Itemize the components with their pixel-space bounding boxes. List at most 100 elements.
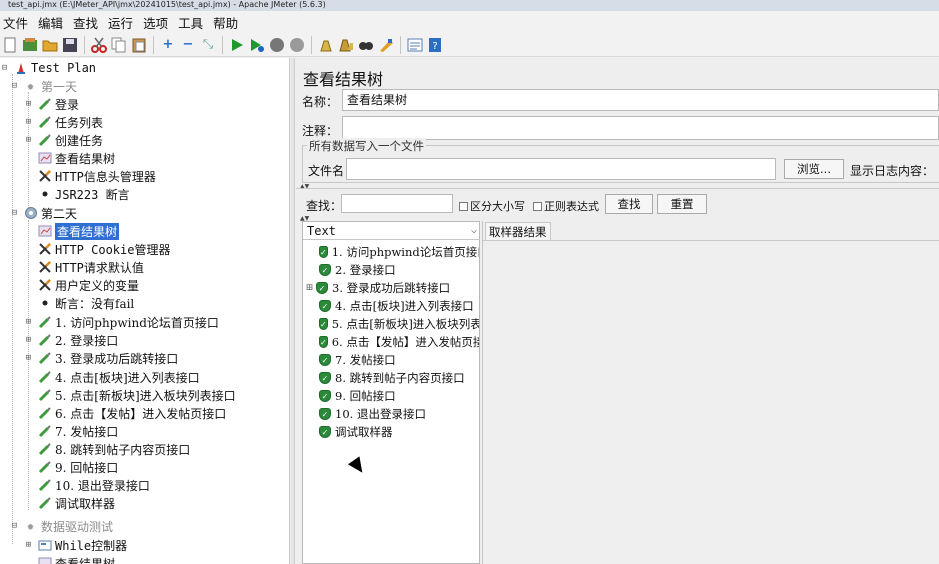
result-item[interactable]: ✓ 调试取样器 [319,423,479,441]
tree-item-assertion[interactable]: JSR223 断言 [37,185,130,203]
paste-icon[interactable] [131,37,147,53]
find-button[interactable]: 查找 [605,194,653,214]
start-no-pause-icon[interactable] [249,37,265,53]
expand-toggle-icon[interactable]: ⊞ [24,317,33,327]
result-item[interactable]: ✓ 7. 发帖接口 [319,351,479,369]
copy-icon[interactable] [111,37,127,53]
result-item[interactable]: ⊞ ✓ 3. 登录成功后跳转接口 [305,279,479,297]
result-item[interactable]: ✓ 4. 点击[板块]进入列表接口 [319,297,479,315]
templates-icon[interactable] [22,37,38,53]
menu-options[interactable]: 选项 [140,13,172,32]
browse-button[interactable]: 浏览... [784,159,844,179]
reset-search-icon[interactable] [378,37,394,53]
stop-icon[interactable] [269,37,285,53]
expand-toggle-icon[interactable]: ⊞ [24,135,33,145]
tree-item-sampler[interactable]: 10. 退出登录接口 [37,476,150,494]
menu-search[interactable]: 查找 [70,13,102,32]
tree-item-assertion[interactable]: 断言：没有fail [37,294,134,312]
result-item[interactable]: ✓ 10. 退出登录接口 [319,405,479,423]
chevron-down-icon: ⌵ [470,225,477,236]
tree-item-listener[interactable]: 查看结果树 [37,554,115,564]
expand-toggle-icon[interactable]: ⊞ [24,117,33,127]
menu-edit[interactable]: 编辑 [35,13,67,32]
result-label: 8. 跳转到帖子内容页接口 [335,371,465,385]
search-icon[interactable] [358,37,374,53]
open-icon[interactable] [42,37,58,53]
tree-item-sampler[interactable]: 9. 回帖接口 [37,458,118,476]
name-field[interactable]: 查看结果树 [342,89,939,111]
tree-item-sampler[interactable]: 6. 点击【发帖】进入发帖页接口 [37,404,226,422]
function-helper-icon[interactable] [407,37,423,53]
result-item[interactable]: ✓ 8. 跳转到帖子内容页接口 [319,369,479,387]
clear-all-icon[interactable] [338,37,354,53]
expand-toggle-icon[interactable]: ⊞ [24,335,33,345]
collapse-toggle-icon[interactable]: ⊟ [0,63,9,73]
tree-item-sampler[interactable]: 7. 发帖接口 [37,422,118,440]
config-scissors-icon [37,242,52,257]
start-icon[interactable] [229,37,245,53]
collapse-toggle-icon[interactable]: ⊟ [10,81,19,91]
collapse-icon[interactable]: − [180,37,196,53]
menu-tools[interactable]: 工具 [175,13,207,32]
menu-run[interactable]: 运行 [105,13,137,32]
tree-item-config[interactable]: 用户定义的变量 [37,276,139,294]
tree-item-config[interactable]: HTTP信息头管理器 [37,167,156,185]
tree-item-listener-selected[interactable]: 查看结果树 [37,222,120,240]
pane-splitter[interactable] [291,58,295,564]
comment-label: 注释： [302,124,339,138]
shutdown-icon[interactable] [289,37,305,53]
tab-sampler-result[interactable]: 取样器结果 [485,222,551,240]
tree-item-sampler[interactable]: ⊞ 3. 登录成功后跳转接口 [24,349,178,367]
results-list[interactable]: Text ⌵ ✓ 1. 访问phpwind论坛首页接口 ✓ 2. 登录接口 ⊞ ✓ 3.… [302,221,480,564]
sampler-pipette-icon [37,388,52,403]
tree-item-sampler[interactable]: ⊞ 登录 [24,95,79,113]
result-item[interactable]: ✓ 9. 回帖接口 [319,387,479,405]
tree-item-test-plan[interactable]: ⊟ Test Plan [0,59,96,77]
tree-item-sampler[interactable]: 调试取样器 [37,494,115,512]
expand-toggle-icon[interactable]: ⊞ [24,353,33,363]
collapse-toggle-icon[interactable]: ⊟ [10,208,19,218]
tree-item-sampler[interactable]: ⊞ 2. 登录接口 [24,331,118,349]
clear-icon[interactable] [318,37,334,53]
menu-file[interactable]: 文件 [0,13,32,32]
tree-item-listener[interactable]: 查看结果树 [37,149,115,167]
toggle-icon[interactable]: ⤡ [200,37,216,53]
test-plan-tree[interactable]: ⊟ Test Plan ⊟ ✹ 第一天 ⊞ 登录 ⊞ 任务列表 ⊞ 创建任务 查… [0,58,290,564]
tree-item-sampler[interactable]: ⊞ 1. 访问phpwind论坛首页接口 [24,313,219,331]
tree-item-sampler[interactable]: 4. 点击[板块]进入列表接口 [37,368,200,386]
tree-item-data-driven[interactable]: ⊟ ✹ 数据驱动测试 [10,517,113,535]
tree-item-sampler[interactable]: 8. 跳转到帖子内容页接口 [37,440,190,458]
menu-help[interactable]: 帮助 [210,13,242,32]
tree-item-label: 登录 [55,97,80,112]
success-shield-icon: ✓ [319,246,328,258]
result-item[interactable]: ✓ 1. 访问phpwind论坛首页接口 [319,243,479,261]
filename-field[interactable] [346,158,776,180]
tree-item-day1[interactable]: ⊟ ✹ 第一天 [10,77,77,95]
save-icon[interactable] [62,37,78,53]
result-item[interactable]: ✓5. 点击[新板块]进入板块列表接口 [319,315,479,333]
tree-item-sampler[interactable]: ⊞ 任务列表 [24,113,103,131]
result-item[interactable]: ✓6. 点击【发帖】进入发帖页接口 [319,333,479,351]
reset-button[interactable]: 重置 [657,194,707,214]
tree-item-sampler[interactable]: ⊞ 创建任务 [24,131,103,149]
checkbox-label: 区分大小写 [470,200,525,213]
result-item[interactable]: ✓ 2. 登录接口 [319,261,479,279]
expand-icon[interactable]: + [160,37,176,53]
tree-item-day2[interactable]: ⊟ 第二天 [10,204,77,222]
collapse-toggle-icon[interactable]: ⊟ [10,521,19,531]
expand-toggle-icon[interactable]: ⊞ [24,99,33,109]
new-icon[interactable] [2,37,18,53]
expand-toggle-icon[interactable]: ⊞ [305,283,314,293]
search-input[interactable] [341,194,453,213]
cut-icon[interactable] [91,37,107,53]
tree-item-sampler[interactable]: 5. 点击[新板块]进入板块列表接口 [37,386,236,404]
case-sensitive-checkbox[interactable]: 区分大小写 [459,198,525,214]
tree-item-controller[interactable]: ⊞ While控制器 [24,536,127,554]
tree-item-config[interactable]: HTTP Cookie管理器 [37,240,170,258]
regex-checkbox[interactable]: 正则表达式 [533,198,599,214]
help-icon[interactable]: ? [427,37,443,53]
tree-item-config[interactable]: HTTP请求默认值 [37,258,144,276]
comment-field[interactable] [342,116,939,140]
renderer-select[interactable]: Text ⌵ [303,222,480,240]
expand-toggle-icon[interactable]: ⊞ [24,540,33,550]
